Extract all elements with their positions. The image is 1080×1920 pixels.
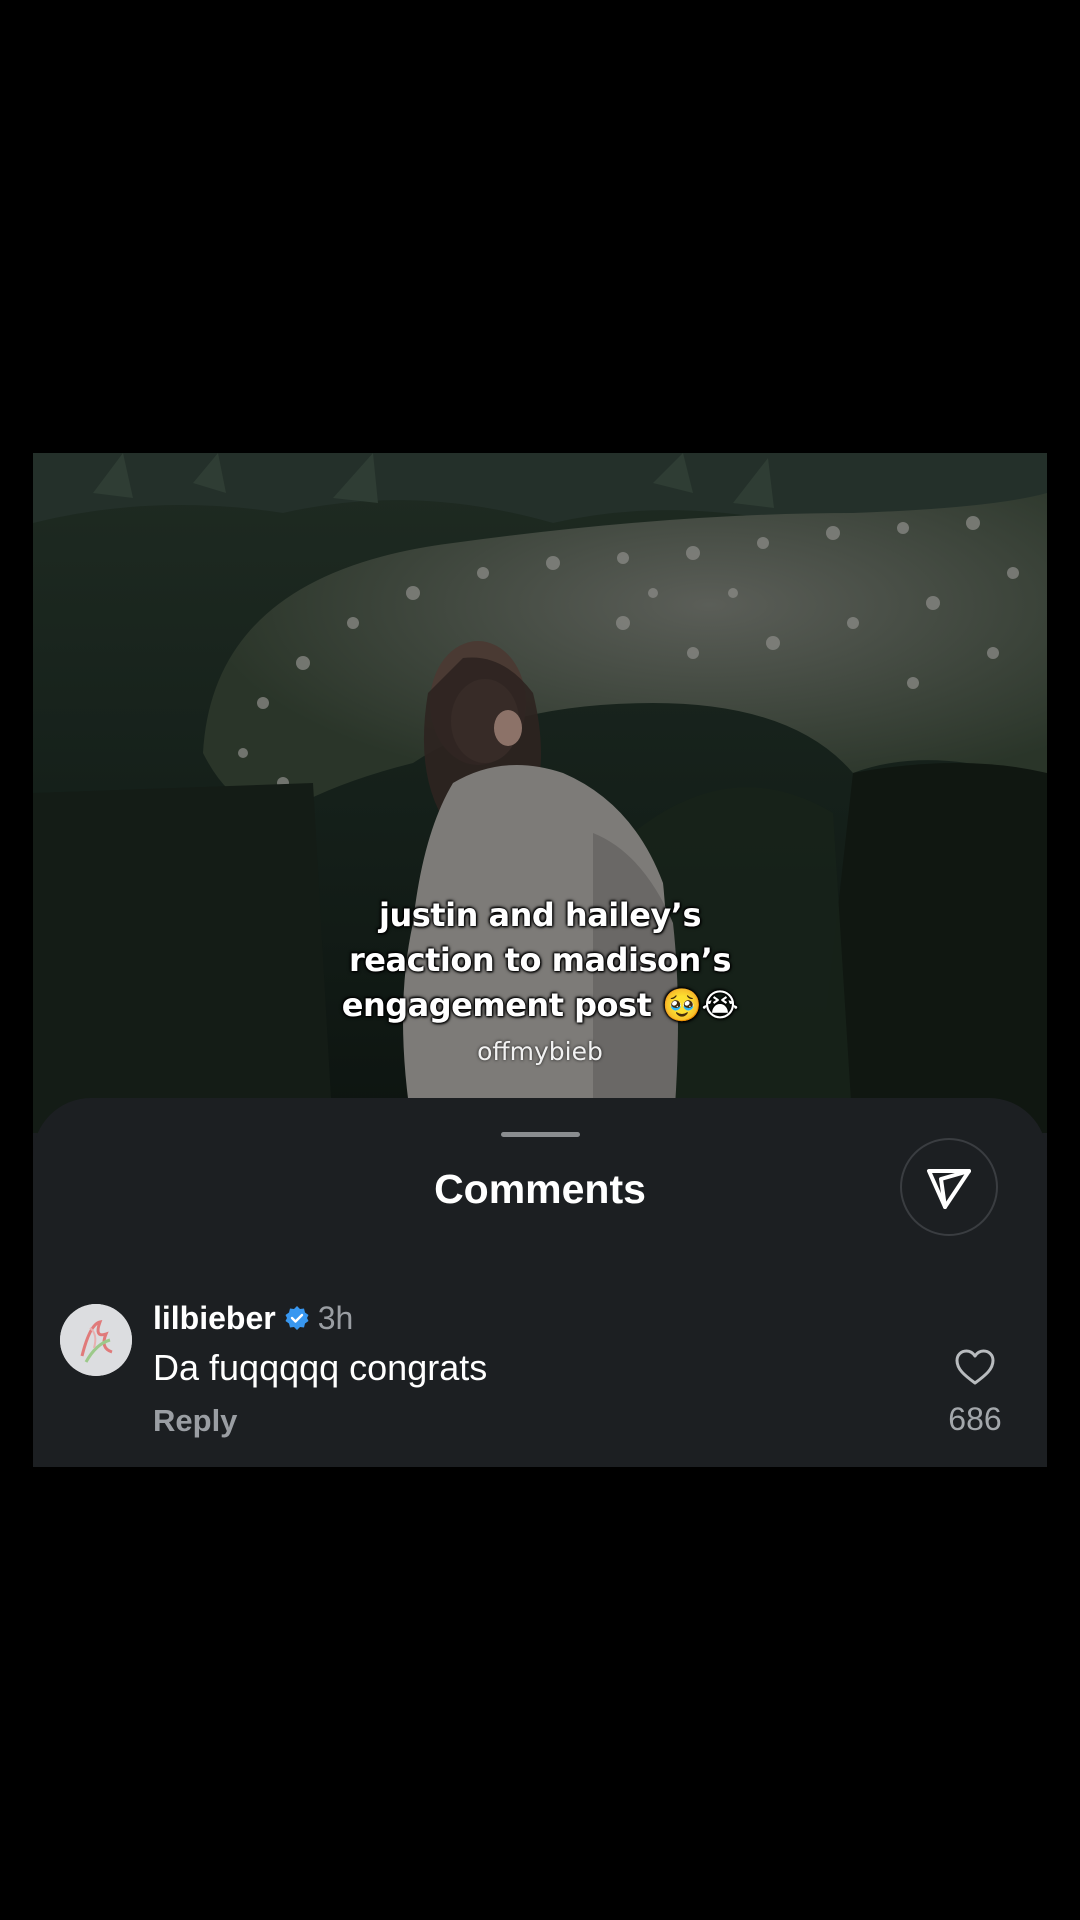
post-caption: justin and hailey’s reaction to madison’… [33,893,1047,1028]
comments-sheet: Comments lilbieber 3h Da fuqqqqq congrat… [33,1098,1047,1467]
garden-photo-image [33,453,1047,1133]
comment-meta: lilbieber 3h [153,1298,353,1338]
watermark-handle: offmybieb [477,1037,603,1066]
sheet-drag-handle[interactable] [501,1132,580,1137]
comment-text: Da fuqqqqq congrats [153,1347,488,1388]
heart-outline-icon[interactable] [954,1348,996,1386]
caption-line: engagement post 🥹😭 [341,986,739,1024]
caption-line: justin and hailey’s [379,896,701,934]
sheet-title: Comments [434,1166,646,1212]
reply-button[interactable]: Reply [153,1401,237,1441]
avatar-image [60,1304,132,1376]
share-button[interactable] [900,1138,998,1236]
comment-item: lilbieber 3h Da fuqqqqq congrats Reply 6… [33,1298,1047,1448]
comment-username[interactable]: lilbieber [153,1300,276,1337]
post-card: justin and hailey’s reaction to madison’… [33,453,1047,1467]
post-photo[interactable] [33,453,1047,1133]
avatar[interactable] [60,1304,132,1376]
caption-line: reaction to madison’s [349,941,731,979]
comment-timestamp: 3h [317,1299,354,1336]
verified-badge-icon [285,1306,309,1330]
send-icon [927,1169,971,1209]
like-count: 686 [948,1401,1002,1437]
